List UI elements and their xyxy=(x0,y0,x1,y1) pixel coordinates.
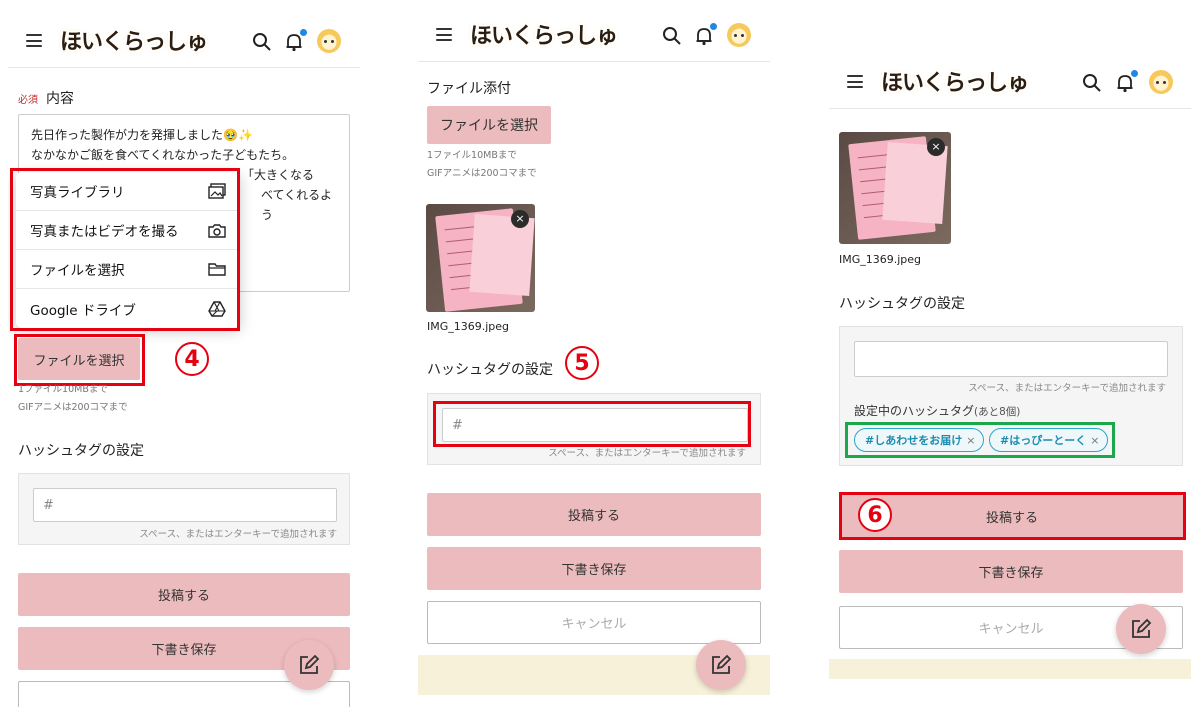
app-header: ほいくらっしゅ xyxy=(829,55,1191,109)
highlight-tags xyxy=(845,422,1115,458)
app-logo[interactable]: ほいくらっしゅ xyxy=(60,24,208,58)
hashtag-box: # スペース、またはエンターキーで追加されます xyxy=(18,473,350,545)
compose-fab[interactable] xyxy=(1116,604,1166,654)
file-name: IMG_1369.jpeg xyxy=(839,253,922,266)
compose-fab[interactable] xyxy=(696,640,746,690)
edit-icon xyxy=(712,654,732,674)
hashtag-label: ハッシュタグの設定 xyxy=(427,362,553,378)
hashtag-input[interactable] xyxy=(854,341,1168,377)
notification-bell-icon[interactable] xyxy=(694,23,717,46)
user-avatar[interactable] xyxy=(727,23,751,47)
screen-1: ほいくらっしゅ 必須 内容 先日作った製作が力を発揮しました🥹✨ なかなかご飯を食… xyxy=(8,0,360,707)
content-line: 先日作った製作が力を発揮しました🥹✨ xyxy=(31,128,253,142)
post-button[interactable]: 投稿する xyxy=(427,493,761,536)
search-icon[interactable] xyxy=(1082,73,1102,93)
screen-3: ほいくらっしゅ × IMG_1369.jpeg ハッシュタグの設定 スペース、ま… xyxy=(829,0,1191,707)
notification-bell-icon[interactable] xyxy=(284,29,307,52)
attach-label: ファイル添付 xyxy=(427,81,511,97)
hashtag-note: スペース、またはエンターキーで追加されます xyxy=(968,383,1166,394)
content-label: 必須 内容 xyxy=(18,91,74,107)
current-tags-label: 設定中のハッシュタグ(あと8個) xyxy=(854,404,1021,418)
highlight-menu xyxy=(10,168,240,331)
highlight-hashtag-input xyxy=(433,401,751,447)
content-line: なかなかご飯を食べてくれなかった子どもたち。 xyxy=(31,148,295,162)
remove-image-icon[interactable]: × xyxy=(927,138,945,156)
search-icon[interactable] xyxy=(252,32,272,52)
cancel-button[interactable]: キャンセル xyxy=(427,601,761,644)
hashtag-note: スペース、またはエンターキーで追加されます xyxy=(548,448,746,459)
search-icon[interactable] xyxy=(662,26,682,46)
app-header: ほいくらっしゅ xyxy=(8,14,360,68)
file-size-note: 1ファイル10MBまで xyxy=(427,150,517,161)
notification-dot xyxy=(710,23,717,30)
save-draft-button[interactable]: 下書き保存 xyxy=(839,550,1183,593)
gif-note: GIFアニメは200コマまで xyxy=(18,402,128,413)
step-5-marker: 5 xyxy=(565,346,599,380)
file-name: IMG_1369.jpeg xyxy=(427,320,510,333)
hashtag-label: ハッシュタグの設定 xyxy=(18,443,144,459)
remove-image-icon[interactable]: × xyxy=(511,210,529,228)
edit-icon xyxy=(1132,618,1152,638)
hashtag-note: スペース、またはエンターキーで追加されます xyxy=(139,529,337,540)
required-badge: 必須 xyxy=(18,95,38,106)
highlight-file-button xyxy=(14,334,145,386)
hashtag-label: ハッシュタグの設定 xyxy=(839,296,965,312)
app-logo[interactable]: ほいくらっしゅ xyxy=(470,18,618,52)
gif-note: GIFアニメは200コマまで xyxy=(427,168,537,179)
user-avatar[interactable] xyxy=(1149,70,1173,94)
menu-icon[interactable] xyxy=(847,75,863,88)
attached-image-thumbnail[interactable]: × xyxy=(426,204,535,312)
post-button[interactable]: 投稿する xyxy=(18,573,350,616)
notification-bell-icon[interactable] xyxy=(1115,70,1138,93)
choose-file-button[interactable]: ファイルを選択 xyxy=(427,106,551,144)
notification-dot xyxy=(1131,70,1138,77)
notification-dot xyxy=(300,29,307,36)
step-4-marker: 4 xyxy=(175,342,209,376)
hashtag-input[interactable]: # xyxy=(33,488,337,522)
app-logo[interactable]: ほいくらっしゅ xyxy=(881,65,1029,99)
screen-2: ほいくらっしゅ ファイル添付 ファイルを選択 1ファイル10MBまで GIFアニ… xyxy=(418,0,770,707)
menu-icon[interactable] xyxy=(26,34,42,47)
menu-icon[interactable] xyxy=(436,28,452,41)
edit-icon xyxy=(300,654,320,674)
file-size-note: 1ファイル10MBまで xyxy=(18,384,108,395)
user-avatar[interactable] xyxy=(317,29,341,53)
footer-area xyxy=(829,659,1191,679)
save-draft-button[interactable]: 下書き保存 xyxy=(427,547,761,590)
compose-fab[interactable] xyxy=(284,640,334,690)
app-header: ほいくらっしゅ xyxy=(418,8,770,62)
attached-image-thumbnail[interactable]: × xyxy=(839,132,951,244)
step-6-marker: 6 xyxy=(858,498,892,532)
